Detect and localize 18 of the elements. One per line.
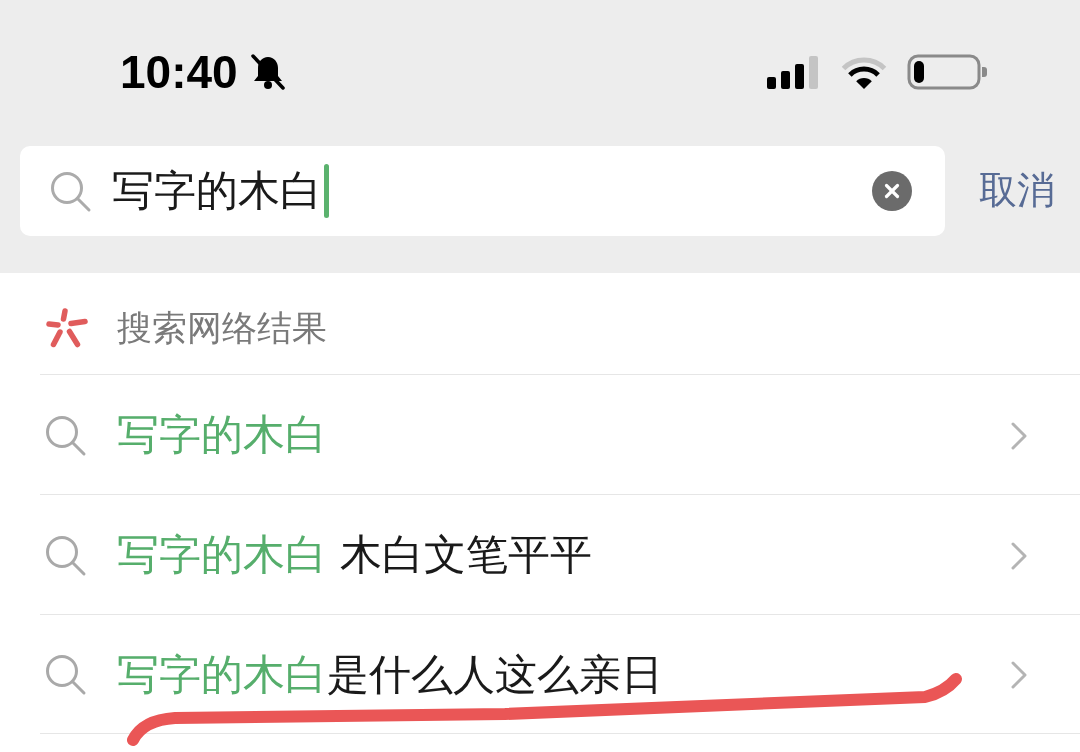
clear-icon[interactable] [872,171,912,211]
suggestion-text[interactable]: 写字的木白是什么人这么亲日 [117,649,663,701]
chevron-right-icon [1010,540,1028,571]
starburst-icon [45,306,89,349]
search-icon [45,414,87,457]
search-icon [45,654,87,696]
search-icon [50,171,92,213]
wifi-icon [841,55,887,89]
chevron-right-icon [1010,420,1028,451]
battery-icon [907,54,987,90]
signal-icon [767,55,821,89]
cancel-button[interactable]: 取消 [979,168,1055,214]
chevron-right-icon [1010,660,1028,690]
section-title: 搜索网络结果 [117,306,327,349]
search-field[interactable]: 写字的木白 [20,146,945,236]
status-time: 10:40 [120,49,238,95]
search-icon [45,534,87,577]
suggestion-text[interactable]: 写字的木白 木白文笔平平 [117,530,593,581]
